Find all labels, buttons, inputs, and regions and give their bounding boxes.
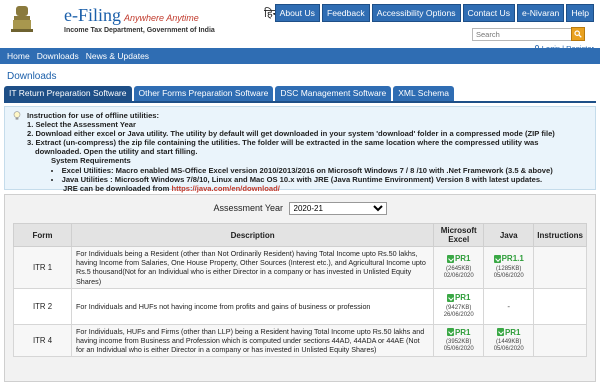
- assessment-year-row: Assessment Year 2020-21: [13, 201, 587, 216]
- col-java: Java: [483, 223, 535, 247]
- main-nav: Home Downloads News & Updates: [0, 48, 600, 64]
- java-download-cell: -: [483, 287, 535, 325]
- instructions-panel: Instruction for use of offline utilities…: [4, 106, 596, 193]
- download-icon: [496, 328, 504, 337]
- brand-title: e-Filing: [64, 5, 121, 25]
- search-icon: [574, 30, 582, 38]
- excel-date: 26/06/2020: [443, 311, 474, 318]
- search-input[interactable]: [472, 28, 572, 41]
- system-requirements-list: Excel Utilities: Macro enabled MS-Office…: [15, 166, 587, 184]
- page-title: Downloads: [7, 71, 57, 82]
- jre-text: JRE can be downloaded from: [63, 183, 172, 193]
- nav-contact-us[interactable]: Contact Us: [462, 4, 516, 22]
- excel-version: PR1: [454, 293, 471, 303]
- table-row: ITR 2 For Individuals and HUFs not havin…: [13, 287, 587, 325]
- excel-size: (3952KB): [446, 339, 472, 346]
- excel-download-cell[interactable]: PR1 (9427KB) 26/06/2020: [433, 287, 485, 325]
- table-row: ITR 4 For Individuals, HUFs and Firms (o…: [13, 323, 587, 358]
- site-header: e-Filing Anywhere Anytime Income Tax Depa…: [0, 0, 600, 53]
- instruction-step: 3. Extract (un-compress) the zip file co…: [27, 138, 539, 148]
- col-instructions: Instructions: [533, 223, 587, 247]
- col-microsoft-excel: Microsoft Excel: [433, 223, 485, 247]
- assessment-year-select[interactable]: 2020-21: [288, 202, 387, 215]
- jre-download-link[interactable]: https://java.com/en/download/: [171, 184, 279, 193]
- excel-date: 02/06/2020: [443, 272, 474, 279]
- java-unavailable: -: [507, 301, 511, 311]
- brand-subtitle: Income Tax Department, Government of Ind…: [64, 27, 215, 34]
- instructions-cell: [533, 287, 587, 325]
- tab-other-forms[interactable]: Other Forms Preparation Software: [133, 86, 274, 101]
- nav-e-nivaran[interactable]: e-Nivaran: [517, 4, 565, 22]
- system-requirements-title: System Requirements: [51, 156, 131, 166]
- form-cell: ITR 2: [13, 287, 72, 325]
- excel-version: PR1: [454, 254, 471, 264]
- java-download-cell[interactable]: PR1 (1449KB) 05/06/2020: [483, 323, 535, 358]
- java-download-cell[interactable]: PR1.1 (1285KB) 05/06/2020: [483, 246, 535, 289]
- nav-home[interactable]: Home: [7, 51, 30, 61]
- download-icon: [493, 254, 501, 263]
- utilities-table: Form Description Microsoft Excel Java In…: [13, 223, 587, 358]
- download-icon: [446, 293, 454, 302]
- nav-downloads[interactable]: Downloads: [37, 51, 79, 61]
- java-date: 05/06/2020: [493, 272, 524, 279]
- col-form: Form: [13, 223, 72, 247]
- nav-about-us[interactable]: About Us: [274, 4, 320, 22]
- excel-size: (9427KB): [446, 304, 472, 311]
- col-description: Description: [70, 223, 435, 247]
- lightbulb-icon: [13, 111, 21, 120]
- nav-feedback[interactable]: Feedback: [321, 4, 370, 22]
- tab-itr-preparation[interactable]: IT Return Preparation Software: [4, 86, 132, 101]
- excel-download-cell[interactable]: PR1 (3952KB) 05/06/2020: [433, 323, 485, 358]
- form-cell: ITR 1: [13, 246, 72, 289]
- instructions-cell: [533, 323, 587, 358]
- table-row: ITR 1 For Individuals being a Resident (…: [13, 246, 587, 289]
- download-tabs: IT Return Preparation Software Other For…: [0, 86, 600, 101]
- table-header-row: Form Description Microsoft Excel Java In…: [13, 223, 587, 247]
- emblem-logo: [11, 6, 33, 32]
- excel-download-cell[interactable]: PR1 (2645KB) 02/06/2020: [433, 246, 485, 289]
- excel-date: 05/06/2020: [443, 346, 474, 353]
- nav-accessibility-options[interactable]: Accessibility Options: [371, 4, 461, 22]
- sysreq-java: Java Utilities : Microsoft Windows 7/8/1…: [51, 175, 587, 184]
- top-nav: About Us Feedback Accessibility Options …: [274, 4, 594, 22]
- tab-dsc-management[interactable]: DSC Management Software: [275, 86, 392, 101]
- description-cell: For Individuals and HUFs not having inco…: [70, 287, 435, 325]
- download-icon: [446, 254, 454, 263]
- download-icon: [446, 328, 454, 337]
- search-button[interactable]: [571, 27, 585, 41]
- tab-xml-schema[interactable]: XML Schema: [393, 86, 454, 101]
- form-cell: ITR 4: [13, 323, 72, 358]
- java-version: PR1.1: [501, 254, 524, 264]
- description-cell: For Individuals, HUFs and Firms (other t…: [70, 323, 435, 358]
- sysreq-excel: Excel Utilities: Macro enabled MS-Office…: [51, 166, 587, 175]
- assessment-year-label: Assessment Year: [213, 203, 284, 213]
- instructions-cell: [533, 246, 587, 289]
- brand-tagline: Anywhere Anytime: [124, 13, 199, 23]
- java-version: PR1: [504, 327, 521, 337]
- nav-help[interactable]: Help: [566, 4, 594, 22]
- instruction-steps: 1. Select the Assessment Year 2. Downloa…: [15, 120, 587, 156]
- downloads-panel: Assessment Year 2020-21 Form Description…: [4, 194, 596, 382]
- instruction-step: 1. Select the Assessment Year: [27, 120, 136, 130]
- instruction-step: 2. Download either excel or Java utility…: [27, 129, 555, 139]
- tab-divider: [4, 101, 596, 103]
- jre-download-note: JRE can be downloaded from https://java.…: [15, 184, 587, 193]
- java-date: 05/06/2020: [493, 346, 524, 353]
- brand[interactable]: e-Filing Anywhere Anytime Income Tax Depa…: [64, 5, 215, 34]
- excel-size: (2645KB): [446, 265, 472, 272]
- excel-version: PR1: [454, 327, 471, 337]
- instructions-title: Instruction for use of offline utilities…: [27, 111, 160, 120]
- java-size: (1449KB): [496, 339, 522, 346]
- nav-news-updates[interactable]: News & Updates: [86, 51, 149, 61]
- description-cell: For Individuals being a Resident (other …: [70, 246, 435, 289]
- instruction-step: downloaded. Open the utility and start f…: [35, 147, 198, 157]
- java-size: (1285KB): [496, 265, 522, 272]
